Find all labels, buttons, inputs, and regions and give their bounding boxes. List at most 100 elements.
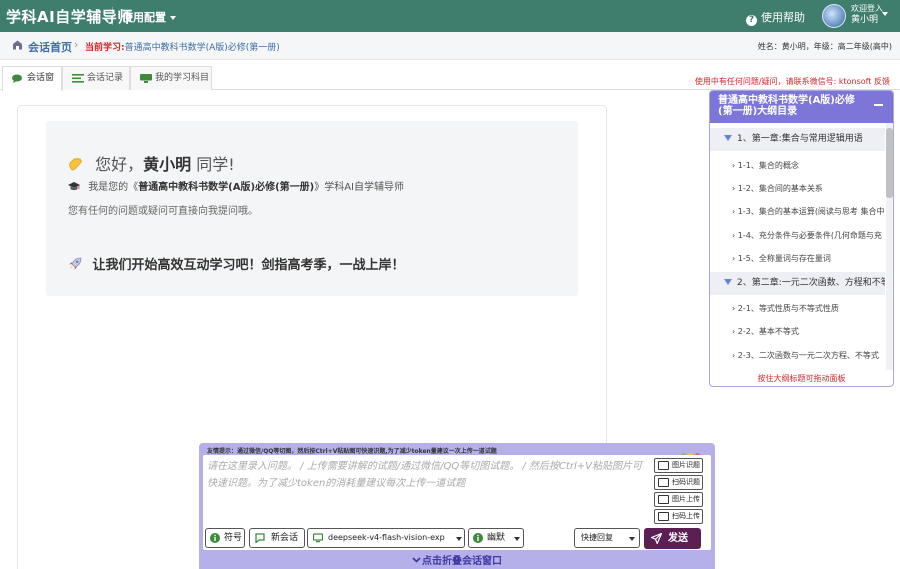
quick-reply-select[interactable]: 快捷回复 (574, 528, 640, 548)
outline-section[interactable]: › 2-1、等式性质与不等式性质 (732, 301, 885, 317)
slogan: 让我们开始高效互动学习吧！剑指高考季，一战上岸！ (68, 254, 405, 273)
section-label: 1-3、集合的基本运算(阅读与思考 集合中 (737, 207, 885, 216)
input-tip: 友情提示：通过微信/QQ等切图，然后按Ctrl+V粘贴图可快速识题,为了减少to… (207, 448, 497, 455)
style-select[interactable]: 幽默 (468, 528, 524, 548)
navbar-divider (112, 7, 113, 25)
chevron-down-icon (456, 537, 462, 541)
collapse-toggle[interactable]: 点击折叠会话窗口 (199, 555, 715, 569)
outline-section[interactable]: › 2-2、基本不等式 (732, 324, 885, 340)
image-icon (658, 495, 669, 504)
model-value: deepseek-v4-flash-vision-exp (328, 533, 445, 542)
scan-upload-button[interactable]: 扫码上传 (654, 509, 703, 524)
section-label: 2-2、基本不等式 (737, 327, 799, 336)
breadcrumb-current: 当前学习:普通高中教科书数学(A版)必修(第一册) (85, 40, 280, 53)
intro-text: 我是您的《普通高中教科书数学(A版)必修(第一册)》学科AI自学辅导师 (68, 178, 404, 193)
new-chat-button[interactable]: 新会话 (249, 528, 305, 548)
avatar (822, 4, 846, 28)
model-select[interactable]: deepseek-v4-flash-vision-exp (307, 528, 465, 548)
minimize-icon[interactable] (874, 104, 883, 106)
outline-chapter[interactable]: 1、第一章:集合与常用逻辑用语 (710, 128, 885, 151)
ask-text: 您有任何的问题或疑问可直接向我提问哦。 (68, 206, 258, 217)
tab-chat[interactable]: 会话窗 (2, 66, 62, 91)
collapse-label: 点击折叠会话窗口 (422, 556, 502, 567)
outline-section[interactable]: › 2-3、二次函数与一元二次方程、不等式 (732, 348, 885, 364)
scan-recognize-label: 扫码识题 (672, 478, 700, 486)
qr-icon (658, 478, 669, 487)
help-link[interactable]: ? 使用帮助 (746, 9, 805, 26)
input-panel: 友情提示：通过微信/QQ等切图，然后按Ctrl+V粘贴图可快速识题,为了减少to… (199, 443, 715, 569)
intro-prefix: 我是您的《 (88, 182, 139, 193)
help-label: 使用帮助 (761, 11, 805, 24)
send-button[interactable]: 发送 (644, 528, 701, 549)
tab-subjects[interactable]: 我的学习科目 (130, 66, 212, 90)
style-value: 幽默 (487, 533, 506, 543)
image-upload-button[interactable]: 图片上传 (654, 492, 703, 507)
outline-section[interactable]: › 1-3、集合的基本运算(阅读与思考 集合中 (732, 204, 885, 220)
qr-icon (658, 512, 669, 521)
intro-suffix: 》学科AI自学辅导师 (314, 182, 405, 193)
send-label: 发送 (668, 533, 688, 544)
home-icon (13, 40, 22, 50)
quick-reply-label: 快捷回复 (581, 533, 613, 542)
image-icon (658, 461, 669, 470)
symbol-label: 符号 (224, 533, 243, 543)
breadcrumb-home[interactable]: 会话首页 (28, 39, 72, 55)
caret-down-icon (724, 135, 732, 141)
outline-title[interactable]: 普通高中教科书数学(A版)必修(第一册)大纲目录 (710, 91, 893, 123)
chevron-down-icon (514, 537, 520, 541)
symbol-button[interactable]: 符号 (205, 528, 245, 548)
outline-section[interactable]: › 1-4、充分条件与必要条件(几何命题与充 (732, 228, 885, 244)
rocket-icon (69, 257, 82, 270)
chevron-down-icon (412, 557, 421, 563)
scrollbar-thumb[interactable] (886, 128, 893, 198)
section-label: 1-4、充分条件与必要条件(几何命题与充 (737, 231, 882, 240)
outline-section[interactable]: › 1-5、全称量词与存在量词 (732, 251, 885, 267)
scan-recognize-button[interactable]: 扫码识题 (654, 475, 703, 490)
user-menu[interactable]: 欢迎登入 黄小明 (822, 3, 898, 29)
outline-list: 1、第一章:集合与常用逻辑用语 › 1-1、集合的概念 › 1-2、集合间的基本… (710, 123, 885, 370)
outline-panel: 普通高中教科书数学(A版)必修(第一册)大纲目录 1、第一章:集合与常用逻辑用语… (709, 90, 894, 387)
intro-book: 普通高中教科书数学(A版)必修(第一册) (138, 182, 315, 193)
window-dots (679, 447, 707, 458)
chat-bubble-icon (12, 74, 22, 83)
breadcrumb: 会话首页 › 当前学习:普通高中教科书数学(A版)必修(第一册) 姓名：黄小明，… (0, 32, 900, 60)
scan-upload-label: 扫码上传 (672, 512, 700, 520)
feedback-notice: 使用中有任何问题/疑问，请联系微信号: ktonsoft 反馈 (694, 77, 890, 86)
breadcrumb-separator: › (74, 38, 79, 51)
section-label: 2-3、二次函数与一元二次方程、不等式 (737, 351, 879, 360)
tab-history[interactable]: 会话记录 (62, 66, 130, 90)
outline-chapter[interactable]: 2、第二章:一元二次函数、方程和不等 (710, 272, 885, 295)
config-menu[interactable]: 使用配置 (122, 9, 176, 25)
image-recognize-button[interactable]: 图片识题 (654, 458, 703, 473)
tab-subjects-label: 我的学习科目 (155, 73, 210, 83)
outline-section[interactable]: › 1-2、集合间的基本关系 (732, 181, 885, 197)
section-label: 1-1、集合的概念 (737, 161, 799, 170)
app-brand[interactable]: 学科AI自学辅导师 (6, 6, 133, 27)
current-subject[interactable]: 普通高中教科书数学(A版)必修(第一册) (125, 43, 280, 53)
section-label: 1-2、集合间的基本关系 (737, 184, 823, 193)
info-icon (210, 533, 220, 543)
chapter-label: 1、第一章:集合与常用逻辑用语 (737, 134, 863, 144)
outline-scrollbar[interactable] (886, 123, 893, 370)
graduation-cap-icon (68, 182, 80, 191)
image-upload-label: 图片上传 (672, 495, 700, 503)
chevron-down-icon (629, 537, 635, 541)
student-info: 姓名：黄小明，年级：高二年级(高中) (757, 42, 892, 51)
outline-title-text: 普通高中教科书数学(A版)必修(第一册)大纲目录 (718, 95, 855, 117)
caret-down-icon (724, 279, 732, 285)
outline-section[interactable]: › 1-1、集合的概念 (732, 158, 885, 174)
section-label: 1-5、全称量词与存在量词 (737, 254, 831, 263)
textarea-placeholder: 请在这里录入问题。 / 上传需要讲解的试题/通过微信/QQ等切图试题。 / 然后… (207, 461, 642, 489)
chapter-label: 2、第二章:一元二次函数、方程和不等 (737, 278, 885, 288)
slogan-text: 让我们开始高效互动学习吧！剑指高考季，一战上岸！ (92, 258, 405, 273)
tab-chat-label: 会话窗 (27, 73, 55, 83)
greeting-prefix: 您好， (95, 155, 144, 174)
user-name: 黄小明 (851, 15, 879, 25)
outline-drag-hint: 按住大纲标题可拖动面板 (757, 374, 846, 383)
tab-history-label: 会话记录 (87, 73, 124, 83)
greeting-suffix: 同学! (191, 155, 235, 174)
current-label: 当前学习: (85, 43, 125, 53)
info-icon (473, 533, 483, 543)
top-navbar: 学科AI自学辅导师 使用配置 ? 使用帮助 欢迎登入 黄小明 (0, 0, 900, 32)
greeting-name: 黄小明 (143, 155, 192, 174)
